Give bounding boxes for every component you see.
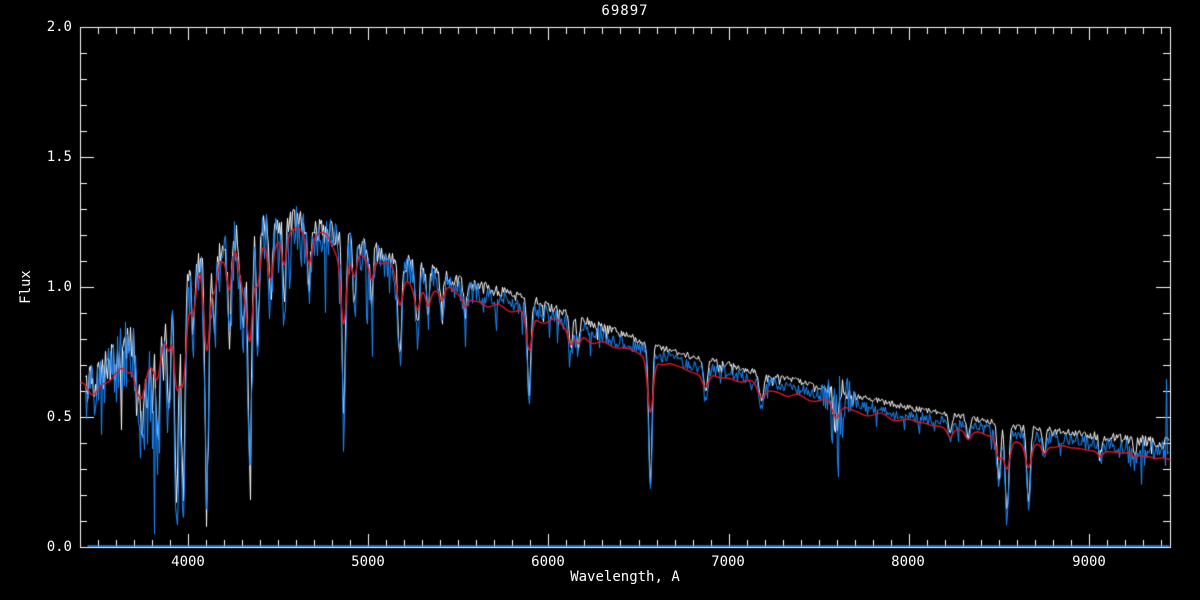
x-tick-label: 6000 [531,554,565,570]
spectrum-chart: 69897 Wavelength, A Flux 4000 5000 6000 … [0,0,1200,600]
x-tick-label: 4000 [171,554,205,570]
y-tick-label: 0.0 [46,539,72,555]
y-tick-label: 1.5 [46,149,72,165]
y-tick-label: 1.0 [46,279,72,295]
x-tick-label: 9000 [1072,554,1106,570]
x-tick-label: 5000 [351,554,385,570]
plot-title: 69897 [601,3,649,19]
x-tick-label: 8000 [891,554,925,570]
spectrum-plot-canvas [0,0,1200,600]
x-axis-label: Wavelength, A [570,569,680,585]
y-tick-label: 0.5 [46,409,72,425]
x-tick-label: 7000 [711,554,745,570]
y-tick-label: 2.0 [46,19,72,35]
